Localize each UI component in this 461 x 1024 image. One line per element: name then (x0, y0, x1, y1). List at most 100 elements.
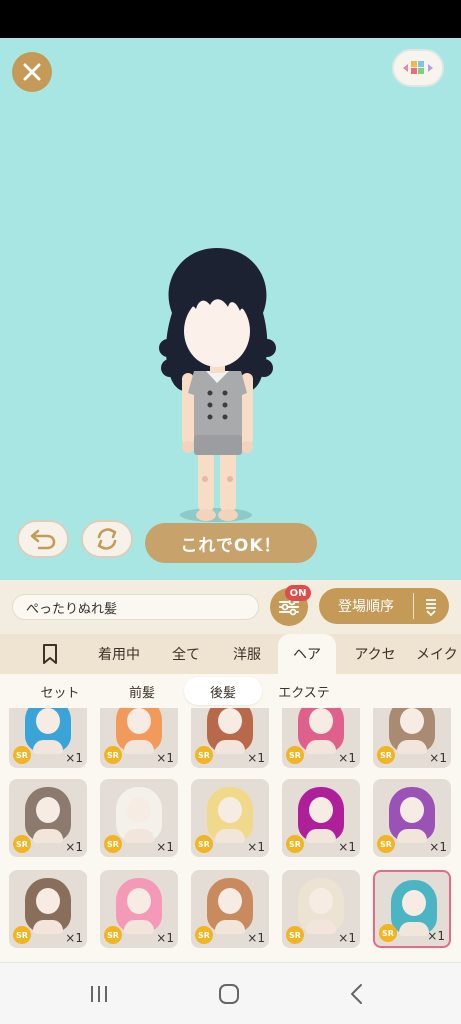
item-count: ×1 (338, 931, 356, 945)
mannequin-shoulders (33, 740, 63, 754)
mannequin-shoulders (33, 920, 63, 934)
color-blocks-icon (403, 61, 433, 74)
randomize-button[interactable] (81, 520, 133, 558)
rarity-badge: SR (13, 746, 31, 764)
subtab-front-hair[interactable]: 前髪 (104, 677, 180, 705)
mannequin-shoulders (215, 740, 245, 754)
rarity-badge: SR (377, 746, 395, 764)
hair-item-card[interactable]: SR ×1 (9, 779, 87, 857)
mannequin-head (309, 888, 333, 914)
rarity-badge: SR (13, 926, 31, 944)
hair-item-card[interactable]: SR ×1 (9, 708, 87, 768)
item-count: ×1 (247, 931, 265, 945)
avatar-stage: これでOK！ (0, 38, 461, 580)
mannequin-head (36, 888, 60, 914)
subtab-back-hair[interactable]: 後髪 (184, 677, 262, 705)
bookmark-icon (43, 644, 57, 664)
avatar-character (159, 248, 276, 521)
system-nav-bar (0, 962, 461, 1024)
mannequin-head (218, 888, 242, 914)
rarity-badge: SR (286, 835, 304, 853)
item-count: ×1 (65, 751, 83, 765)
hair-item-card[interactable]: SR ×1 (191, 708, 269, 768)
hair-item-card[interactable]: SR ×1 (373, 779, 451, 857)
hair-item-card[interactable]: SR ×1 (373, 708, 451, 768)
item-count: ×1 (429, 751, 447, 765)
undo-arrow-icon (30, 529, 56, 550)
hair-item-card[interactable]: SR ×1 (282, 870, 360, 948)
rarity-badge: SR (286, 926, 304, 944)
tab-hair[interactable]: ヘア (278, 634, 336, 674)
item-name-field[interactable]: ぺったりぬれ髪 (12, 594, 259, 620)
tab-accessory[interactable]: アクセ (344, 634, 406, 674)
mannequin-head (127, 888, 151, 914)
mannequin-shoulders (215, 920, 245, 934)
hair-item-card[interactable]: SR ×1 (373, 870, 451, 948)
mannequin-shoulders (215, 829, 245, 843)
tab-bookmark[interactable] (30, 634, 70, 674)
item-count: ×1 (156, 751, 174, 765)
home-icon[interactable] (214, 981, 244, 1007)
mannequin-head (218, 708, 242, 734)
status-bar (0, 0, 461, 38)
mannequin-shoulders (397, 829, 427, 843)
rarity-badge: SR (13, 835, 31, 853)
item-grid: SR ×1 SR ×1 SR ×1 SR ×1 SR ×1 SR ×1 SR ×1 SR ×1 SR ×1 SR ×1… (0, 708, 461, 962)
rarity-badge: SR (286, 746, 304, 764)
item-count: ×1 (338, 751, 356, 765)
close-button[interactable] (12, 52, 52, 92)
rarity-badge: SR (195, 926, 213, 944)
mannequin-shoulders (399, 922, 429, 936)
mannequin-shoulders (306, 829, 336, 843)
tab-all[interactable]: 全て (160, 634, 212, 674)
refresh-icon (97, 528, 117, 550)
subtab-set[interactable]: セット (22, 677, 98, 705)
mannequin-head (400, 797, 424, 823)
hair-item-card[interactable]: SR ×1 (100, 708, 178, 768)
sort-order-icon[interactable] (414, 596, 448, 616)
mannequin-head (309, 708, 333, 734)
sort-button[interactable]: 登場順序 (319, 588, 449, 624)
mannequin-shoulders (33, 829, 63, 843)
sort-label: 登場順序 (338, 599, 394, 615)
hair-item-card[interactable]: SR ×1 (100, 870, 178, 948)
hair-item-card[interactable]: SR ×1 (282, 779, 360, 857)
mannequin-head (309, 797, 333, 823)
hair-item-card[interactable]: SR ×1 (191, 870, 269, 948)
item-count: ×1 (338, 840, 356, 854)
item-count: ×1 (247, 840, 265, 854)
tab-clothes[interactable]: 洋服 (220, 634, 274, 674)
rarity-badge: SR (377, 835, 395, 853)
mannequin-shoulders (306, 740, 336, 754)
item-count: ×1 (156, 840, 174, 854)
hair-item-card[interactable]: SR ×1 (282, 708, 360, 768)
mannequin-shoulders (124, 740, 154, 754)
category-tabs: 着用中 全て 洋服 ヘア アクセ メイク (0, 634, 461, 674)
mannequin-head (127, 708, 151, 734)
subtab-extension[interactable]: エクステ (266, 677, 342, 705)
recent-apps-icon[interactable] (84, 981, 114, 1007)
rarity-badge: SR (104, 835, 122, 853)
tab-makeup[interactable]: メイク (416, 634, 461, 674)
mannequin-shoulders (306, 920, 336, 934)
undo-button[interactable] (17, 520, 69, 558)
mannequin-head (36, 797, 60, 823)
confirm-ok-button[interactable]: これでOK！ (145, 523, 317, 563)
mannequin-shoulders (124, 920, 154, 934)
subcategory-tabs: セット 前髪 後髪 エクステ (0, 674, 461, 708)
rarity-badge: SR (379, 924, 397, 942)
hair-item-card[interactable]: SR ×1 (100, 779, 178, 857)
menu-button[interactable] (392, 49, 444, 87)
rarity-badge: SR (195, 746, 213, 764)
hair-item-card[interactable]: SR ×1 (191, 779, 269, 857)
mannequin-head (36, 708, 60, 734)
item-count: ×1 (429, 840, 447, 854)
rarity-badge: SR (104, 926, 122, 944)
hair-item-card[interactable]: SR ×1 (9, 870, 87, 948)
search-row: ぺったりぬれ髪 ON 登場順序 (0, 580, 461, 634)
mannequin-head (400, 708, 424, 734)
back-icon[interactable] (342, 981, 372, 1007)
tab-wearing[interactable]: 着用中 (88, 634, 150, 674)
item-count: ×1 (65, 840, 83, 854)
close-icon (23, 63, 41, 81)
